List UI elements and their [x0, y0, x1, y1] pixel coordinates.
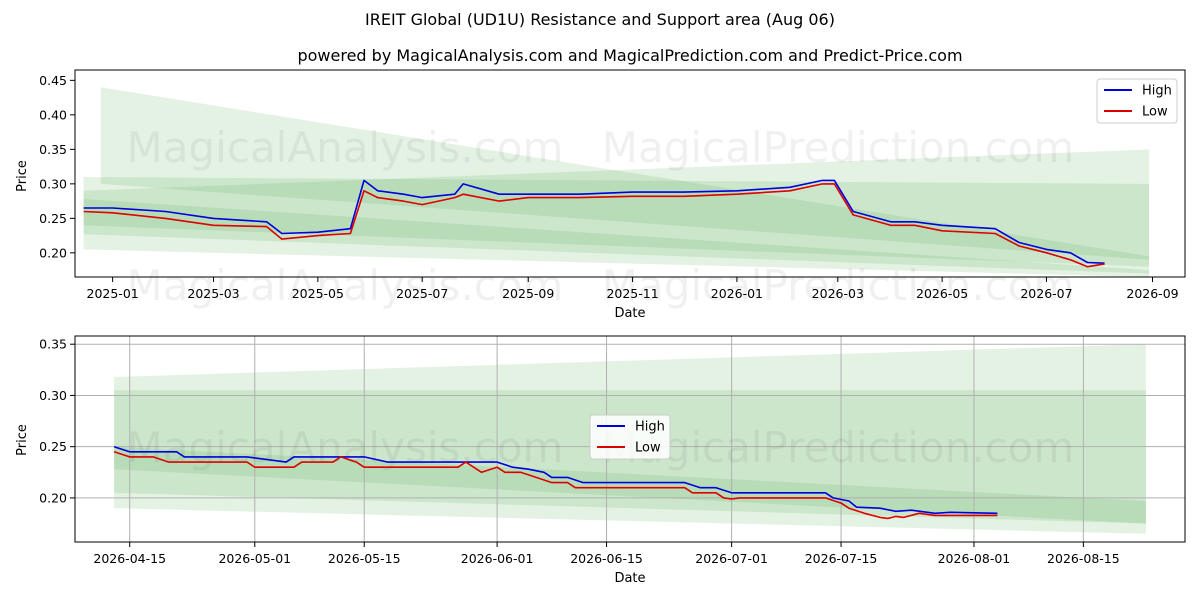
bottom-watermark-left: MagicalAnalysis.com	[127, 423, 564, 472]
x-tick-label-5: 2026-07-01	[695, 551, 768, 566]
top-support-resistance-bands	[83, 87, 1150, 277]
y-tick-label-0: 0.20	[39, 490, 67, 505]
top-legend: High Low	[1096, 78, 1178, 124]
x-tick-label-2: 2026-05-15	[328, 551, 401, 566]
bottom-y-ticks: 0.20 0.25 0.30 0.35	[39, 337, 75, 505]
y-tick-label-2: 0.30	[39, 388, 67, 403]
bottom-watermark-right: MagicalPrediction.com	[602, 423, 1075, 472]
y-tick-label-1: 0.25	[39, 439, 67, 454]
bottom-legend: High Low	[589, 414, 671, 460]
bottom-x-ticks: 2026-04-15 2026-05-01 2026-05-15 2026-06-01…	[93, 542, 1120, 566]
chart-title: IREIT Global (UD1U) Resistance and Suppo…	[365, 10, 835, 29]
x-tick-label-8: 2026-08-15	[1047, 551, 1120, 566]
top-y-axis-label: Price	[15, 160, 30, 192]
y-tick-label-1: 0.25	[39, 211, 67, 226]
top-watermark-left: MagicalAnalysis.com	[127, 123, 564, 172]
mid-watermark-right: MagicalPrediction.com	[602, 261, 1075, 310]
x-tick-label-1: 2026-05-01	[218, 551, 291, 566]
bottom-y-axis-label: Price	[15, 424, 30, 456]
x-tick-label-7: 2026-08-01	[938, 551, 1011, 566]
y-tick-label-3: 0.35	[39, 337, 67, 352]
top-watermark-right: MagicalPrediction.com	[602, 123, 1075, 172]
x-tick-label-6: 2026-07-15	[805, 551, 878, 566]
legend-label-high: High	[1142, 84, 1172, 99]
y-tick-label-0: 0.20	[39, 245, 67, 260]
legend-label-low: Low	[635, 441, 661, 456]
chart-figure: IREIT Global (UD1U) Resistance and Suppo…	[0, 0, 1200, 600]
figure-canvas: IREIT Global (UD1U) Resistance and Suppo…	[15, 10, 1186, 586]
x-tick-label-0: 2026-04-15	[93, 551, 166, 566]
x-tick-label-3: 2026-06-01	[461, 551, 534, 566]
y-tick-label-2: 0.30	[39, 176, 67, 191]
y-tick-label-3: 0.35	[39, 142, 67, 157]
bottom-panel: MagicalAnalysis.com MagicalPrediction.co…	[15, 335, 1186, 586]
y-tick-label-4: 0.40	[39, 107, 67, 122]
chart-subtitle: powered by MagicalAnalysis.com and Magic…	[297, 46, 962, 65]
y-tick-label-5: 0.45	[39, 73, 67, 88]
legend-label-high: High	[635, 420, 665, 435]
top-y-ticks: 0.20 0.25 0.30 0.35 0.40 0.45	[39, 73, 75, 260]
x-tick-label-4: 2026-06-15	[570, 551, 643, 566]
legend-label-low: Low	[1142, 105, 1168, 120]
bottom-x-axis-label: Date	[614, 571, 645, 586]
mid-watermark-left: MagicalAnalysis.com	[127, 261, 564, 310]
x-tick-label-10: 2026-09	[1126, 286, 1178, 301]
